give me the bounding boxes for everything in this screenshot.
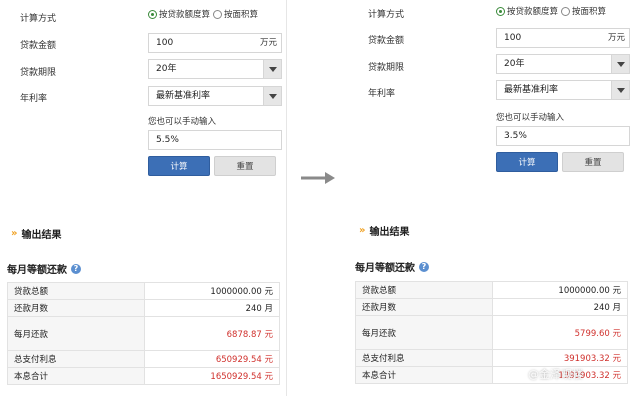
double-arrow-icon: » bbox=[11, 228, 18, 239]
result-label: 每月还款 bbox=[355, 315, 493, 350]
loan-amount-value: 100 bbox=[156, 38, 174, 48]
output-section-title: » 输出结果 bbox=[359, 223, 409, 238]
help-icon[interactable]: ? bbox=[71, 263, 81, 274]
manual-rate-value: 3.5% bbox=[504, 131, 527, 141]
chevron-down-icon[interactable] bbox=[611, 55, 629, 73]
manual-rate-input[interactable]: 3.5% bbox=[496, 126, 630, 146]
output-title-text: 输出结果 bbox=[21, 230, 62, 241]
rate-label: 年利率 bbox=[368, 89, 396, 99]
rate-select-value: 最新基准利率 bbox=[504, 85, 559, 95]
results-table: 贷款总额 1000000.00 元 还款月数 240 月 每月还款 5799.6… bbox=[355, 281, 628, 384]
radio-checked-icon[interactable] bbox=[496, 6, 505, 16]
chevron-down-icon[interactable] bbox=[263, 87, 281, 105]
radio-unchecked-icon[interactable] bbox=[213, 9, 223, 19]
monthly-equal-title: 每月等额还款 ? bbox=[7, 261, 81, 276]
results-table: 贷款总额 1000000.00 元 还款月数 240 月 每月还款 6878.8… bbox=[7, 282, 280, 385]
chevron-down-icon[interactable] bbox=[263, 60, 281, 78]
watermark: @金泽观楼 bbox=[528, 368, 583, 381]
result-value: 650929.54 元 bbox=[144, 350, 280, 368]
loan-term-select[interactable]: 20年 bbox=[148, 59, 282, 79]
result-value: 1650929.54 元 bbox=[144, 367, 280, 385]
table-row: 贷款总额 1000000.00 元 bbox=[355, 281, 628, 299]
result-label: 还款月数 bbox=[355, 298, 493, 316]
rate-select[interactable]: 最新基准利率 bbox=[496, 80, 630, 100]
result-value: 240 月 bbox=[144, 299, 280, 317]
result-value: 6878.87 元 bbox=[144, 316, 280, 351]
result-value: 5799.60 元 bbox=[492, 315, 628, 350]
calculator-panel-before: 计算方式 按贷款额度算 按面积算 贷款金额 100 万元 贷款期限 20年 年利… bbox=[7, 0, 287, 396]
table-row: 总支付利息 391903.32 元 bbox=[355, 349, 628, 367]
radio-by-amount[interactable]: 按贷款额度算 bbox=[148, 8, 210, 20]
table-row: 每月还款 5799.60 元 bbox=[355, 315, 628, 350]
arrow-right-icon bbox=[301, 172, 335, 184]
radio-by-amount-label: 按贷款额度算 bbox=[507, 7, 559, 17]
calc-method-label: 计算方式 bbox=[368, 10, 405, 20]
radio-by-area[interactable]: 按面积算 bbox=[213, 8, 258, 20]
monthly-title-text: 每月等额还款 bbox=[7, 265, 67, 276]
result-label: 本息合计 bbox=[355, 366, 493, 384]
help-icon[interactable]: ? bbox=[419, 261, 429, 272]
table-row: 每月还款 6878.87 元 bbox=[7, 316, 280, 351]
reset-button[interactable]: 重置 bbox=[214, 156, 276, 176]
radio-by-amount[interactable]: 按贷款额度算 bbox=[496, 5, 558, 17]
calc-method-label: 计算方式 bbox=[20, 14, 57, 24]
loan-amount-unit: 万元 bbox=[607, 33, 625, 43]
table-row: 还款月数 240 月 bbox=[355, 298, 628, 316]
radio-by-area-label: 按面积算 bbox=[224, 10, 259, 20]
loan-term-value: 20年 bbox=[504, 59, 525, 69]
monthly-title-text: 每月等额还款 bbox=[355, 263, 415, 274]
calculate-button[interactable]: 计算 bbox=[148, 156, 210, 176]
radio-unchecked-icon[interactable] bbox=[561, 6, 571, 16]
output-section-title: » 输出结果 bbox=[11, 226, 61, 241]
calc-method-radios: 按贷款额度算 按面积算 bbox=[148, 8, 261, 20]
loan-amount-input[interactable]: 100 万元 bbox=[148, 33, 282, 53]
result-label: 还款月数 bbox=[7, 299, 145, 317]
table-row: 总支付利息 650929.54 元 bbox=[7, 350, 280, 368]
result-label: 总支付利息 bbox=[7, 350, 145, 368]
result-label: 总支付利息 bbox=[355, 349, 493, 367]
manual-input-hint: 您也可以手动输入 bbox=[496, 113, 565, 123]
loan-term-select[interactable]: 20年 bbox=[496, 54, 630, 74]
manual-rate-value: 5.5% bbox=[156, 135, 179, 145]
loan-amount-label: 贷款金额 bbox=[368, 36, 405, 46]
loan-amount-unit: 万元 bbox=[259, 38, 277, 48]
loan-term-label: 贷款期限 bbox=[20, 68, 57, 78]
output-title-text: 输出结果 bbox=[369, 227, 410, 238]
calculator-panel-after: 计算方式 按贷款额度算 按面积算 贷款金额 100 万元 贷款期限 20年 年利… bbox=[355, 0, 635, 396]
rate-select-value: 最新基准利率 bbox=[156, 91, 211, 101]
table-row: 本息合计 1650929.54 元 bbox=[7, 367, 280, 385]
manual-rate-input[interactable]: 5.5% bbox=[148, 130, 282, 150]
result-value: 391903.32 元 bbox=[492, 349, 628, 367]
result-label: 贷款总额 bbox=[7, 282, 145, 300]
radio-by-area-label: 按面积算 bbox=[572, 7, 607, 17]
result-value: 240 月 bbox=[492, 298, 628, 316]
loan-term-value: 20年 bbox=[156, 64, 177, 74]
loan-term-label: 贷款期限 bbox=[368, 63, 405, 73]
loan-amount-value: 100 bbox=[504, 33, 522, 43]
calculate-button[interactable]: 计算 bbox=[496, 152, 558, 172]
manual-input-hint: 您也可以手动输入 bbox=[148, 117, 217, 127]
rate-label: 年利率 bbox=[20, 94, 48, 104]
table-row: 本息合计 1391903.32 元 bbox=[355, 366, 628, 384]
loan-amount-input[interactable]: 100 万元 bbox=[496, 28, 630, 48]
chevron-down-icon[interactable] bbox=[611, 81, 629, 99]
calc-method-radios: 按贷款额度算 按面积算 bbox=[496, 5, 609, 17]
result-value: 1000000.00 元 bbox=[144, 282, 280, 300]
rate-select[interactable]: 最新基准利率 bbox=[148, 86, 282, 106]
radio-checked-icon[interactable] bbox=[148, 9, 157, 19]
loan-amount-label: 贷款金额 bbox=[20, 41, 57, 51]
double-arrow-icon: » bbox=[359, 225, 366, 236]
table-row: 贷款总额 1000000.00 元 bbox=[7, 282, 280, 300]
reset-button[interactable]: 重置 bbox=[562, 152, 624, 172]
result-label: 贷款总额 bbox=[355, 281, 493, 299]
result-label: 本息合计 bbox=[7, 367, 145, 385]
result-label: 每月还款 bbox=[7, 316, 145, 351]
monthly-equal-title: 每月等额还款 ? bbox=[355, 259, 429, 274]
table-row: 还款月数 240 月 bbox=[7, 299, 280, 317]
radio-by-amount-label: 按贷款额度算 bbox=[159, 10, 211, 20]
result-value: 1000000.00 元 bbox=[492, 281, 628, 299]
radio-by-area[interactable]: 按面积算 bbox=[561, 5, 606, 17]
